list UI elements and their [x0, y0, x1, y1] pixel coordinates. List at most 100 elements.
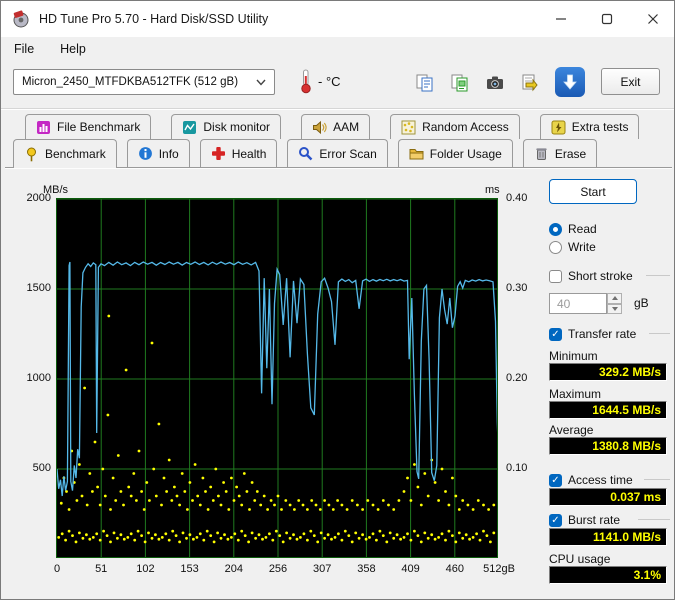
tab-benchmark[interactable]: Benchmark: [13, 139, 117, 168]
minimize-button[interactable]: [538, 1, 584, 37]
camera-button[interactable]: [481, 69, 508, 96]
benchmark-chart: MB/s ms 2000 1500 1000 500 0.40 0.30 0.20 0.10…: [13, 171, 545, 597]
burst-rate-option[interactable]: Burst rate: [549, 512, 620, 528]
copy-text-button[interactable]: [411, 69, 438, 96]
tab-disk-monitor[interactable]: Disk monitor: [171, 114, 282, 139]
close-button[interactable]: [630, 1, 674, 37]
x-axis-tick-label: 204: [224, 563, 243, 575]
y-axis-tick-label: 1500: [26, 282, 51, 294]
cpu-usage-value: 3.1%: [549, 566, 667, 584]
tab-label: Benchmark: [45, 147, 106, 161]
tab-health[interactable]: Health: [199, 139, 278, 167]
tab-folder-usage[interactable]: Folder Usage: [397, 139, 513, 167]
short-stroke-unit: gB: [634, 296, 649, 310]
window-controls: [538, 1, 674, 37]
maximum-label: Maximum: [549, 387, 602, 401]
tab-row-front: Benchmark Info Health Error Scan Folder …: [13, 139, 598, 168]
y-axis-tick-label: 0.20: [506, 372, 528, 384]
burst-rate-value: 1141.0 MB/s: [549, 528, 667, 546]
x-axis-tick-label: 307: [313, 563, 332, 575]
save-screenshot-button[interactable]: [555, 67, 585, 97]
control-panel: Start Read Write Short stroke 40 gB Tran…: [546, 171, 674, 599]
tab-label: Error Scan: [319, 146, 377, 161]
toolbar: Micron_2450_MTFDKBA512TFK (512 gB) - °C …: [1, 61, 674, 108]
random-access-icon: [401, 120, 416, 135]
x-axis-tick-label: 409: [401, 563, 420, 575]
plot-area: [56, 198, 498, 558]
exit-button[interactable]: Exit: [601, 68, 660, 95]
speaker-icon: [312, 120, 327, 135]
burst-rate-label: Burst rate: [568, 513, 621, 527]
tab-label: File Benchmark: [57, 120, 141, 134]
access-time-checkbox[interactable]: [549, 473, 562, 487]
copy-image-button[interactable]: [446, 69, 473, 96]
tab-file-benchmark[interactable]: File Benchmark: [25, 114, 152, 139]
app-window: HD Tune Pro 5.70 - Hard Disk/SSD Utility…: [0, 0, 675, 600]
folder-icon: [409, 146, 424, 161]
cpu-usage-label: CPU usage: [549, 552, 611, 566]
tab-label: Extra tests: [571, 120, 629, 134]
minimum-label: Minimum: [549, 349, 598, 363]
titlebar: HD Tune Pro 5.70 - Hard Disk/SSD Utility: [1, 1, 674, 37]
tab-aam[interactable]: AAM: [301, 114, 371, 139]
access-time-value: 0.037 ms: [549, 488, 667, 506]
transfer-rate-label: Transfer rate: [568, 327, 637, 341]
x-axis-tick-label: 256: [268, 563, 288, 575]
tab-label: Disk monitor: [203, 120, 271, 134]
right-axis-unit: ms: [485, 184, 500, 196]
trash-icon: [534, 146, 549, 161]
tab-label: Folder Usage: [429, 146, 502, 161]
tab-label: Erase: [554, 146, 587, 161]
thermometer-icon: [300, 68, 312, 94]
drive-select[interactable]: Micron_2450_MTFDKBA512TFK (512 gB): [13, 69, 275, 95]
maximize-button[interactable]: [584, 1, 630, 37]
tab-error-scan[interactable]: Error Scan: [287, 139, 388, 167]
y-axis-tick-label: 500: [32, 462, 51, 474]
x-axis-tick-label: 51: [95, 563, 108, 575]
minimum-value: 329.2 MB/s: [549, 363, 667, 381]
tab-erase[interactable]: Erase: [522, 139, 598, 167]
short-stroke-option[interactable]: Short stroke: [549, 268, 633, 284]
group-line: [644, 479, 670, 480]
tab-label: AAM: [333, 120, 360, 134]
menu-file[interactable]: File: [14, 42, 34, 56]
read-label: Read: [568, 222, 597, 236]
read-option[interactable]: Read: [549, 221, 597, 237]
benchmark-icon: [24, 147, 39, 162]
download-arrow-icon: [563, 74, 577, 90]
y-axis-tick-label: 0.10: [506, 462, 528, 474]
tab-label: Random Access: [422, 120, 509, 134]
menu-help[interactable]: Help: [60, 42, 86, 56]
access-time-label: Access time: [568, 473, 633, 487]
transfer-rate-checkbox[interactable]: [549, 327, 562, 341]
read-radio[interactable]: [549, 222, 562, 236]
y-axis-tick-label: 0.30: [506, 282, 528, 294]
export-html-button[interactable]: [516, 69, 543, 96]
transfer-rate-option[interactable]: Transfer rate: [549, 326, 636, 342]
start-button[interactable]: Start: [549, 179, 637, 204]
burst-rate-checkbox[interactable]: [549, 513, 562, 527]
chevron-down-icon: [256, 79, 266, 86]
x-axis-tick-label: 460: [445, 563, 464, 575]
short-stroke-label: Short stroke: [568, 269, 633, 283]
short-stroke-size-input[interactable]: 40: [549, 293, 607, 314]
average-value: 1380.8 MB/s: [549, 437, 667, 455]
x-axis-tick-label: 153: [180, 563, 199, 575]
health-cross-icon: [211, 146, 226, 161]
spinner-up-button[interactable]: [607, 293, 622, 304]
access-time-option[interactable]: Access time: [549, 472, 633, 488]
tab-label: Health: [231, 146, 267, 161]
file-benchmark-icon: [36, 120, 51, 135]
average-label: Average: [549, 423, 594, 437]
menubar: File Help: [1, 37, 674, 61]
short-stroke-checkbox[interactable]: [549, 269, 562, 283]
tab-extra-tests[interactable]: Extra tests: [539, 114, 640, 139]
tab-random-access[interactable]: Random Access: [390, 114, 520, 139]
spinner-down-button[interactable]: [607, 303, 622, 314]
group-line: [638, 519, 670, 520]
write-option[interactable]: Write: [549, 239, 596, 255]
temperature-label: - °C: [318, 74, 341, 89]
write-radio[interactable]: [549, 240, 562, 254]
toolbar-separator: [1, 108, 674, 110]
tab-info[interactable]: Info: [126, 139, 190, 167]
